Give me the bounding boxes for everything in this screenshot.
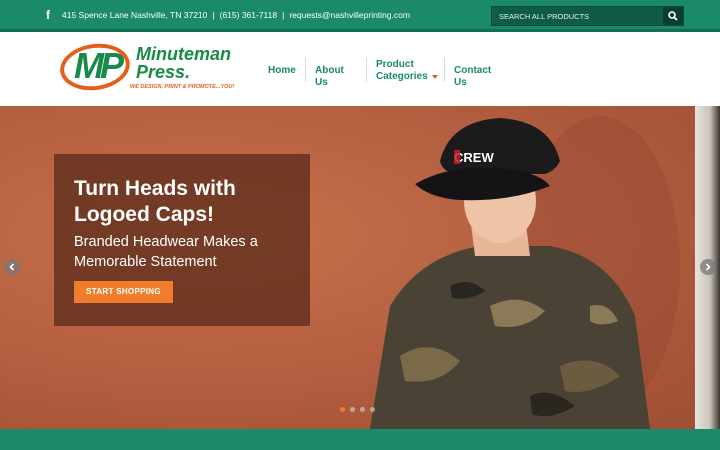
search-box	[491, 6, 684, 26]
logo-tagline: WE DESIGN, PRINT & PROMOTE...YOU!	[130, 84, 235, 90]
hero-slider: CREW Turn Heads with Logoed Caps! Brande…	[0, 106, 720, 429]
logo-name-line2: Press.	[136, 62, 191, 82]
start-shopping-button[interactable]: START SHOPPING	[74, 281, 173, 303]
phone-link[interactable]: (615) 361-7118	[220, 10, 278, 20]
nav-about[interactable]: About Us	[315, 65, 344, 89]
facebook-icon[interactable]: f	[46, 9, 56, 22]
nav-product-line1: Product	[376, 59, 414, 70]
search-icon	[668, 11, 678, 21]
address-text: 415 Spence Lane Nashville, TN 37210	[62, 10, 208, 20]
bottom-bar	[0, 429, 720, 450]
hero-caption: Turn Heads with Logoed Caps! Branded Hea…	[54, 154, 310, 326]
site-header: MP Minuteman Press. WE DESIGN, PRINT & P…	[0, 32, 720, 106]
nav-divider	[366, 58, 367, 82]
email-link[interactable]: requests@nashvilleprinting.com	[289, 10, 410, 20]
logo-monogram: MP	[74, 45, 124, 86]
nav-home[interactable]: Home	[268, 65, 296, 77]
chevron-left-icon	[9, 263, 15, 271]
hero-title: Turn Heads with Logoed Caps!	[74, 177, 236, 226]
search-button[interactable]	[663, 7, 683, 25]
hero-subtitle: Branded Headwear Makes a Memorable State…	[74, 234, 258, 270]
slide-dot[interactable]	[360, 407, 365, 412]
nav-contact[interactable]: Contact Us	[454, 65, 491, 89]
nav-product-categories[interactable]: Product Categories	[376, 59, 428, 83]
slide-dot[interactable]	[350, 407, 355, 412]
separator: |	[212, 10, 215, 20]
next-slide-button[interactable]	[700, 259, 716, 275]
nav-product-line2: Categories	[376, 71, 428, 82]
hero-person-image: CREW	[370, 116, 680, 429]
logo-name-line1: Minuteman	[136, 44, 232, 64]
logo[interactable]: MP Minuteman Press. WE DESIGN, PRINT & P…	[57, 39, 242, 95]
cap-logo-text: CREW	[454, 150, 494, 165]
separator: |	[282, 10, 285, 20]
chevron-down-icon[interactable]	[432, 75, 438, 79]
search-input[interactable]	[492, 7, 664, 25]
nav-divider	[444, 58, 445, 82]
contact-info: 415 Spence Lane Nashville, TN 37210 | (615…	[62, 10, 410, 20]
slide-dot[interactable]	[340, 407, 345, 412]
nav-divider	[305, 58, 306, 82]
prev-slide-button[interactable]	[4, 259, 20, 275]
slide-dot[interactable]	[370, 407, 375, 412]
chevron-right-icon	[705, 263, 711, 271]
top-bar: f 415 Spence Lane Nashville, TN 37210 | (6…	[0, 0, 720, 32]
